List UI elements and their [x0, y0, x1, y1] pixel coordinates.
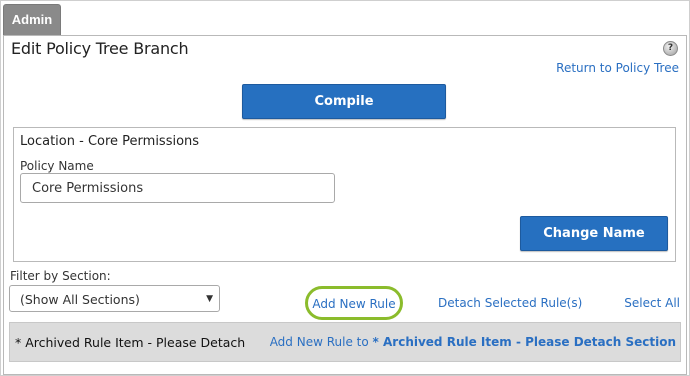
location-section: Location - Core Permissions Policy Name …	[13, 127, 676, 262]
policy-name-input[interactable]	[20, 173, 335, 203]
edit-policy-panel: Edit Policy Tree Branch ? Return to Poli…	[3, 35, 687, 375]
detach-selected-rules-link[interactable]: Detach Selected Rule(s)	[438, 296, 582, 310]
add-rule-prefix: Add New Rule to	[269, 335, 369, 349]
archived-rule-item-row: * Archived Rule Item - Please Detach Add…	[9, 322, 681, 362]
change-name-button[interactable]: Change Name	[520, 216, 668, 251]
dropdown-arrow-icon: ▼	[206, 294, 213, 304]
help-icon[interactable]: ?	[663, 41, 678, 56]
filter-by-section-label: Filter by Section:	[10, 269, 111, 283]
archived-rule-item-label: * Archived Rule Item - Please Detach	[15, 335, 246, 350]
return-to-policy-tree-link[interactable]: Return to Policy Tree	[556, 61, 679, 75]
filter-selected-value: (Show All Sections)	[20, 292, 140, 307]
page-title: Edit Policy Tree Branch	[11, 39, 189, 58]
filter-by-section-select[interactable]: (Show All Sections) ▼	[9, 285, 220, 312]
compile-button[interactable]: Compile	[242, 84, 446, 119]
add-new-rule-highlight: Add New Rule	[305, 286, 403, 320]
location-title: Location - Core Permissions	[20, 134, 200, 149]
select-all-link[interactable]: Select All	[624, 296, 680, 310]
admin-tab[interactable]: Admin	[3, 4, 61, 35]
add-new-rule-link[interactable]: Add New Rule	[312, 297, 395, 311]
add-rule-to-archived-link[interactable]: Add New Rule to * Archived Rule Item - P…	[270, 335, 676, 349]
policy-name-label: Policy Name	[20, 159, 94, 173]
add-rule-target: * Archived Rule Item - Please Detach Sec…	[372, 335, 676, 349]
